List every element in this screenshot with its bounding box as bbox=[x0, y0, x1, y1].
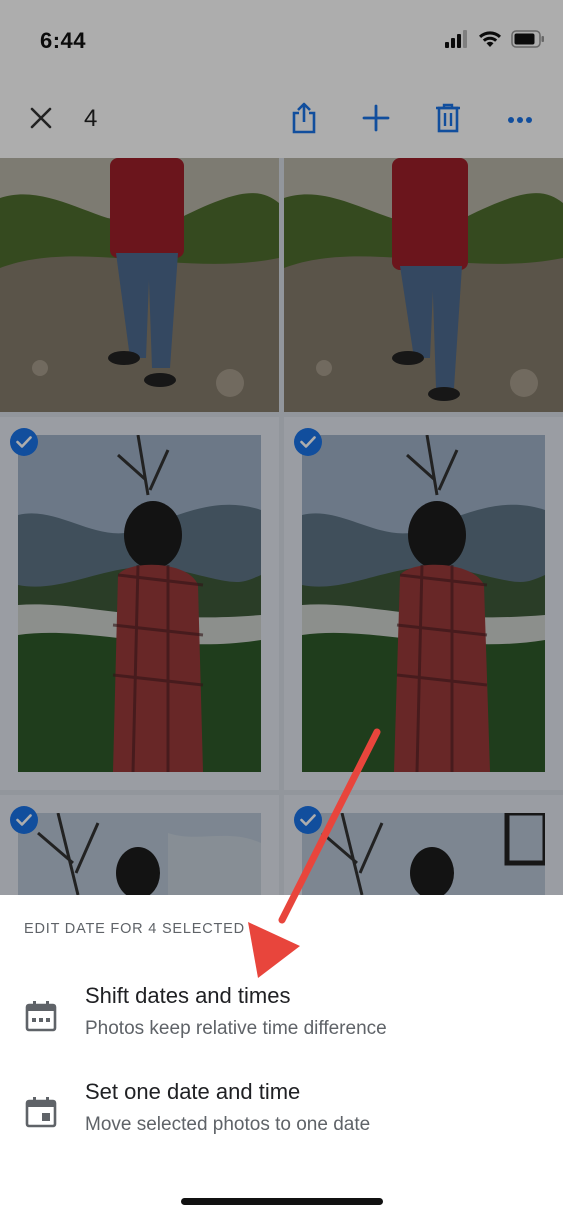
option-subtitle: Photos keep relative time difference bbox=[85, 1018, 387, 1039]
option-title: Shift dates and times bbox=[85, 983, 291, 1008]
option-title: Set one date and time bbox=[85, 1079, 301, 1104]
calendar-event-icon bbox=[24, 1095, 60, 1131]
set-one-date-option[interactable]: Set one date and time Move selected phot… bbox=[0, 1079, 563, 1163]
edit-date-sheet: EDIT DATE FOR 4 SELECTED Shift dates and… bbox=[0, 895, 563, 1218]
modal-scrim[interactable] bbox=[0, 0, 563, 895]
calendar-shift-icon bbox=[24, 999, 60, 1035]
shift-dates-option[interactable]: Shift dates and times Photos keep relati… bbox=[0, 983, 563, 1067]
screen: 6:44 4 EDIT DATE FOR 4 SELECTED Shift da… bbox=[0, 0, 563, 1218]
option-subtitle: Move selected photos to one date bbox=[85, 1114, 371, 1135]
home-indicator bbox=[181, 1198, 383, 1205]
sheet-title: EDIT DATE FOR 4 SELECTED bbox=[24, 921, 245, 937]
